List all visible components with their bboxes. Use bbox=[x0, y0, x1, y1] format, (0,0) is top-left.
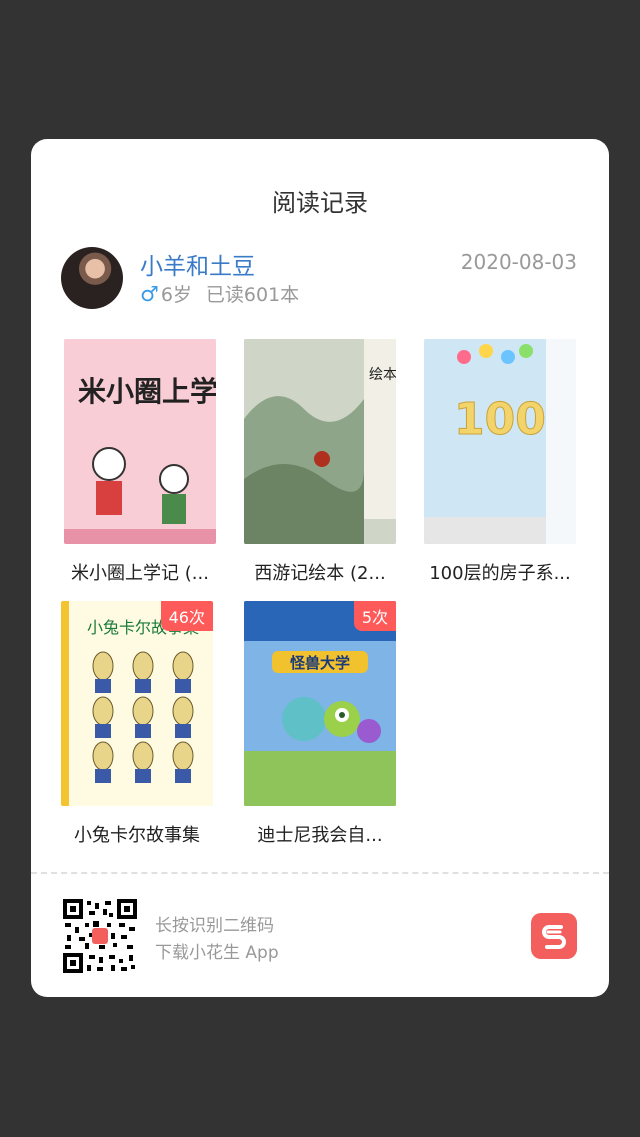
footer-hint-scan: 长按识别二维码 bbox=[155, 916, 274, 936]
avatar[interactable] bbox=[61, 247, 123, 309]
svg-text:100: 100 bbox=[454, 394, 546, 445]
reading-record-card: 阅读记录 小羊和土豆 ♂ 6岁 已读601本 2020-08-03 米小圈上学记… bbox=[31, 139, 609, 997]
book-item[interactable]: 100 100层的房子系... bbox=[424, 339, 576, 585]
book-item[interactable]: 米小圈上学记 米小圈上学记 (... bbox=[64, 339, 216, 585]
user-age: 6岁 bbox=[160, 284, 192, 306]
book-cover-art: 米小圈上学记 bbox=[64, 339, 216, 544]
book-item[interactable]: 怪兽大学 5次 迪士尼我会自... bbox=[244, 601, 396, 847]
book-cover-art: 小兔卡尔故事集 bbox=[61, 601, 213, 806]
book-cover-art: 100 bbox=[424, 339, 576, 544]
book-item[interactable]: 小兔卡尔故事集 46次 小兔卡尔故事集 bbox=[61, 601, 213, 847]
divider bbox=[31, 872, 609, 874]
user-name[interactable]: 小羊和土豆 bbox=[140, 247, 255, 281]
svg-text:怪兽大学: 怪兽大学 bbox=[290, 654, 350, 672]
read-count: 已读601本 bbox=[205, 284, 300, 306]
book-cover[interactable]: 绘本 bbox=[244, 339, 396, 544]
svg-text:米小圈上学记: 米小圈上学记 bbox=[78, 375, 216, 408]
book-cover[interactable]: 怪兽大学 5次 bbox=[244, 601, 396, 806]
male-icon: ♂ bbox=[140, 281, 159, 306]
app-logo-icon bbox=[531, 913, 577, 959]
book-item[interactable]: 绘本 西游记绘本 (2... bbox=[244, 339, 396, 585]
qr-code[interactable] bbox=[63, 899, 137, 973]
book-title[interactable]: 小兔卡尔故事集 bbox=[61, 821, 213, 847]
book-cover[interactable]: 100 bbox=[424, 339, 576, 544]
read-times-badge: 5次 bbox=[353, 601, 396, 631]
book-title[interactable]: 100层的房子系... bbox=[424, 559, 576, 585]
book-cover-art: 绘本 bbox=[244, 339, 396, 544]
book-title[interactable]: 迪士尼我会自... bbox=[244, 821, 396, 847]
book-cover[interactable]: 米小圈上学记 bbox=[64, 339, 216, 544]
svg-text:绘本: 绘本 bbox=[369, 367, 396, 383]
page-title: 阅读记录 bbox=[272, 189, 368, 217]
footer-hint-download: 下载小花生 App bbox=[155, 943, 279, 963]
book-cover-art: 怪兽大学 bbox=[244, 601, 396, 806]
user-meta: ♂ 6岁 已读601本 bbox=[140, 280, 299, 307]
record-date: 2020-08-03 bbox=[460, 250, 577, 274]
book-title[interactable]: 西游记绘本 (2... bbox=[244, 559, 396, 585]
read-times-badge: 46次 bbox=[160, 601, 213, 631]
book-cover[interactable]: 小兔卡尔故事集 46次 bbox=[61, 601, 213, 806]
book-title[interactable]: 米小圈上学记 (... bbox=[64, 559, 216, 585]
